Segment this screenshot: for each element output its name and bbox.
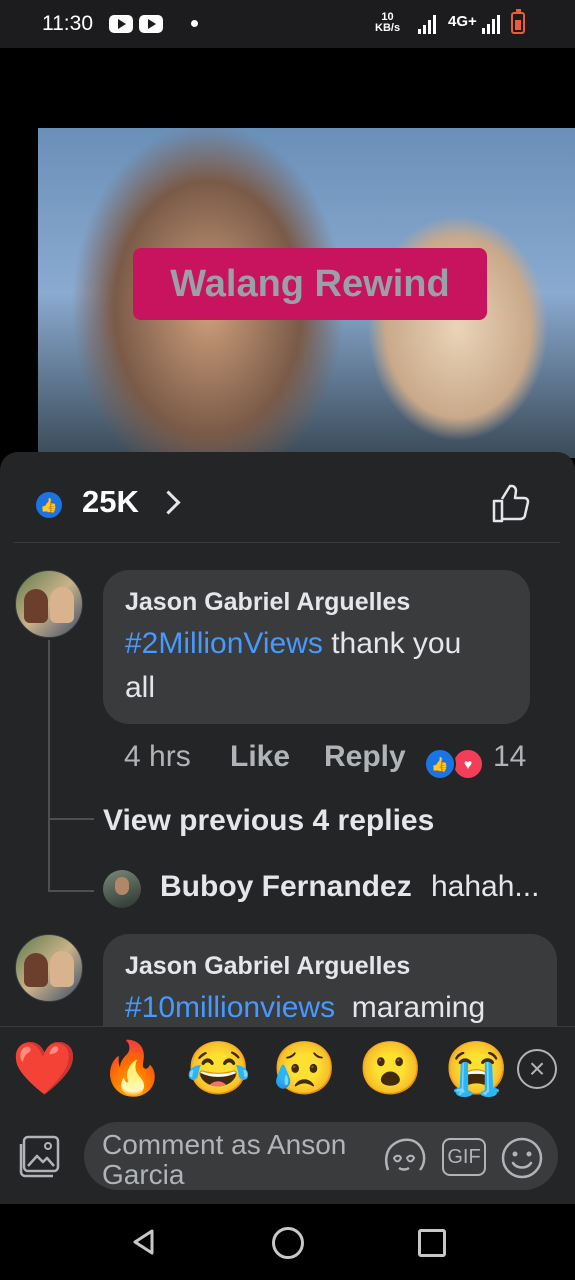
like-reaction-icon: 👍 <box>36 492 62 518</box>
signal-strength-icon <box>418 14 440 34</box>
status-time: 11:30 <box>42 12 93 35</box>
video-caption: Walang Rewind <box>133 248 487 320</box>
reply-button[interactable]: Reply <box>324 740 406 774</box>
reply-preview-text[interactable]: hahah... <box>431 870 539 904</box>
recent-apps-icon[interactable] <box>418 1229 446 1257</box>
comment-composer: Comment as Anson Garcia GIF <box>0 1110 575 1204</box>
network-speed: 10 KB/s <box>375 12 400 34</box>
reply-author[interactable]: Buboy Fernandez <box>160 870 412 904</box>
comment-reaction-count[interactable]: 14 <box>493 740 526 774</box>
crying-emoji-button[interactable]: 😭 <box>444 1039 509 1099</box>
back-icon[interactable] <box>130 1228 158 1256</box>
more-notifications-dot-icon <box>191 20 198 27</box>
love-reaction-icon: ♥ <box>452 748 484 780</box>
chevron-right-icon[interactable] <box>156 490 181 515</box>
signal-strength-2-icon <box>482 14 504 34</box>
photo-icon[interactable] <box>18 1134 62 1178</box>
comment-author[interactable]: Jason Gabriel Arguelles <box>125 588 410 617</box>
video-player[interactable]: Walang Rewind <box>0 48 575 458</box>
reply-avatar[interactable] <box>103 870 141 908</box>
avatar-sticker-icon[interactable] <box>382 1136 426 1176</box>
laughing-emoji-button[interactable]: 😂 <box>186 1039 251 1099</box>
network-type: 4G+ <box>448 13 477 30</box>
close-icon[interactable]: × <box>517 1049 557 1089</box>
thread-branch <box>48 818 94 820</box>
like-thumb-icon[interactable] <box>491 484 533 524</box>
surprised-emoji-button[interactable]: 😮 <box>358 1039 423 1099</box>
fire-emoji-button[interactable]: 🔥 <box>100 1039 165 1099</box>
comment-author[interactable]: Jason Gabriel Arguelles <box>125 952 410 981</box>
thread-line <box>48 640 50 892</box>
thread-branch <box>48 890 94 892</box>
like-reaction-icon: 👍 <box>424 748 456 780</box>
network-speed-unit: KB/s <box>375 22 401 34</box>
like-button[interactable]: Like <box>230 740 290 774</box>
sad-emoji-button[interactable]: 😥 <box>272 1039 337 1099</box>
comment-text: #10millionviews maraming <box>125 991 486 1024</box>
youtube-notification-icon <box>139 15 163 33</box>
status-bar: 11:30 10 KB/s 4G+ <box>0 0 575 48</box>
hashtag-link[interactable]: #10millionviews <box>125 991 335 1024</box>
avatar[interactable] <box>15 570 83 638</box>
comment-placeholder: Comment as Anson Garcia <box>102 1129 347 1190</box>
comment-text: #2MillionViews thank you all <box>125 627 462 704</box>
system-nav-bar <box>0 1204 575 1280</box>
emoji-quick-bar: ❤️ 🔥 😂 😥 😮 😭 × <box>0 1026 575 1111</box>
battery-icon <box>511 9 525 34</box>
heart-emoji-button[interactable]: ❤️ <box>12 1039 77 1099</box>
hashtag-link[interactable]: #2MillionViews <box>125 627 323 660</box>
view-previous-replies[interactable]: View previous 4 replies <box>103 804 434 838</box>
comment-input[interactable]: Comment as Anson Garcia GIF <box>84 1122 558 1190</box>
youtube-notification-icon <box>109 15 133 33</box>
divider <box>14 542 560 543</box>
avatar[interactable] <box>15 934 83 1002</box>
comment-time: 4 hrs <box>124 740 191 773</box>
home-icon[interactable] <box>272 1227 304 1259</box>
reaction-count[interactable]: 25K <box>82 484 139 520</box>
gif-button[interactable]: GIF <box>442 1138 486 1176</box>
emoji-icon[interactable] <box>500 1136 544 1180</box>
